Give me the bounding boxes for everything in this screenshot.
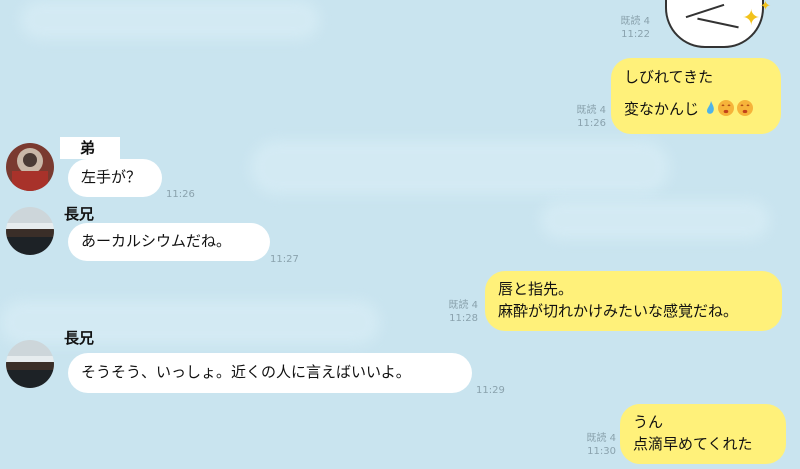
message-line: そうそう、いっしょ。近くの人に言えばいいよ。 xyxy=(81,363,411,381)
sticker-arm-line xyxy=(697,17,739,29)
message-time: 11:30 xyxy=(587,446,616,457)
message-time: 11:22 xyxy=(621,29,650,40)
incoming-message-bubble[interactable]: あーカルシウムだね。 xyxy=(68,223,270,261)
dizzy-face-icon xyxy=(718,99,735,116)
message-line: 点滴早めてくれた xyxy=(633,434,753,453)
outgoing-message-bubble[interactable]: しびれてきた 変なかんじ xyxy=(611,58,781,134)
outgoing-message-bubble[interactable]: うん 点滴早めてくれた xyxy=(620,404,786,464)
sender-name: 長兄 xyxy=(64,205,95,223)
outgoing-message-bubble[interactable]: 唇と指先。 麻酔が切れかけみたいな感覚だね。 xyxy=(485,271,782,331)
message-line: うん xyxy=(633,413,664,431)
incoming-message-bubble[interactable]: そうそう、いっしょ。近くの人に言えばいいよ。 xyxy=(68,353,472,393)
read-receipt: 既読 4 11:28 xyxy=(448,300,478,324)
dizzy-face-icon xyxy=(737,99,754,116)
avatar[interactable] xyxy=(6,143,54,191)
message-time: 11:26 xyxy=(166,189,195,200)
read-receipt: 既読 4 11:30 xyxy=(586,433,616,457)
message-line: あーカルシウムだね。 xyxy=(81,232,232,250)
background-cloud xyxy=(0,300,380,345)
avatar[interactable] xyxy=(6,207,54,255)
message-time: 11:29 xyxy=(476,385,505,396)
avatar-image xyxy=(6,340,54,388)
read-receipt: 既読 4 11:26 xyxy=(576,105,606,129)
sparkle-icon: ✦ xyxy=(742,6,761,31)
sender-name: 弟 xyxy=(80,139,96,157)
sender-name: 長兄 xyxy=(64,329,95,347)
message-line: 麻酔が切れかけみたいな感覚だね。 xyxy=(498,301,739,320)
read-receipt: 既読 4 11:22 xyxy=(620,16,650,40)
avatar-image xyxy=(6,207,54,255)
message-line-with-emoji: 変なかんじ xyxy=(624,99,768,121)
avatar[interactable] xyxy=(6,340,54,388)
message-line: しびれてきた xyxy=(624,68,714,86)
sparkle-icon: ✦ xyxy=(760,0,771,14)
avatar-image xyxy=(6,143,54,191)
message-line: 唇と指先。 xyxy=(498,280,574,298)
background-cloud xyxy=(250,140,670,195)
background-cloud xyxy=(540,200,770,240)
message-time: 11:26 xyxy=(577,118,606,129)
sticker-arm-line xyxy=(685,3,725,19)
background-cloud xyxy=(20,0,320,40)
message-time: 11:28 xyxy=(449,313,478,324)
message-line xyxy=(624,89,768,99)
message-time: 11:27 xyxy=(270,254,299,265)
sweat-drop-icon xyxy=(707,100,714,114)
message-line: 左手が？ xyxy=(81,168,142,186)
incoming-message-bubble[interactable]: 左手が？ xyxy=(68,159,162,197)
